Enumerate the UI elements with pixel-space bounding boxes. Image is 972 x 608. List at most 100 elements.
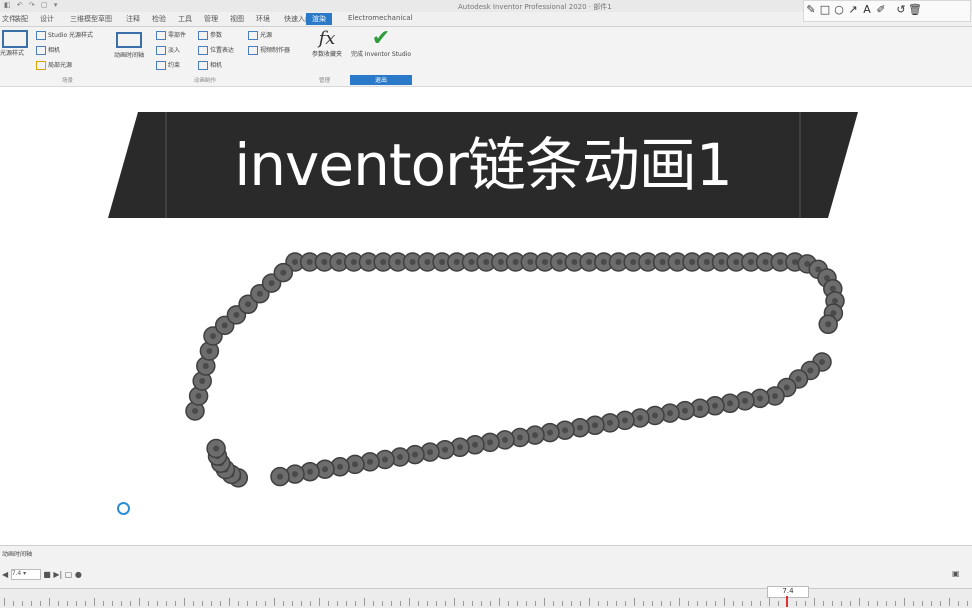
arrow-icon[interactable]: ↗ — [846, 3, 860, 16]
marker-icon[interactable]: ✐ — [874, 3, 888, 16]
animate-positional-button[interactable]: 位置表达 — [198, 45, 234, 55]
chain-pin — [674, 259, 681, 265]
tab-8[interactable]: 管理 — [204, 14, 218, 24]
parameter-favorites-label: 参数收藏夹 — [311, 51, 342, 58]
tab-9[interactable]: 视图 — [230, 14, 244, 24]
animate-light-button[interactable]: 光源 — [248, 30, 272, 40]
video-producer-button[interactable]: 视频制作器 — [248, 45, 290, 55]
origin-indicator — [117, 502, 130, 515]
animate-parameters-label: 参数 — [210, 32, 223, 39]
lighting-styles-button[interactable]: 光源样式 — [0, 30, 28, 57]
ruler-tick — [904, 598, 905, 606]
ruler-tick — [589, 598, 590, 606]
banner-title: inventor链条动画1 — [234, 131, 733, 199]
ruler-tick — [643, 601, 644, 606]
time-marker[interactable]: 7.4 — [767, 586, 809, 598]
ruler-tick — [436, 601, 437, 606]
ruler-tick — [193, 601, 194, 606]
time-field[interactable]: 7.4 ▾ — [10, 569, 41, 580]
chain-pin — [807, 367, 814, 374]
circle-icon[interactable]: ○ — [832, 3, 846, 16]
ruler-tick — [823, 601, 824, 606]
camera-track-icon[interactable]: ▣ — [952, 569, 960, 578]
chain-pin — [336, 259, 343, 265]
ruler-tick — [877, 601, 878, 606]
animate-camera-button[interactable]: 相机 — [198, 60, 222, 70]
animation-timeline-button[interactable]: 动画时间轴 — [114, 32, 144, 59]
chain-pin — [453, 259, 460, 265]
pen-icon[interactable]: ✎ — [804, 3, 818, 16]
text-icon[interactable]: A — [860, 3, 874, 16]
chain-pin — [321, 259, 328, 265]
scene-group-label: 场景 — [62, 78, 74, 84]
ruler-tick — [931, 601, 932, 606]
camera-button[interactable]: 相机 — [36, 45, 60, 55]
play-icon[interactable]: ▶| — [53, 570, 62, 579]
studio-lighting-button[interactable]: Studio 光源样式 — [36, 30, 93, 40]
ruler-tick — [706, 601, 707, 606]
light-icon — [248, 31, 258, 40]
ruler-tick — [508, 601, 509, 606]
ruler-tick — [868, 601, 869, 606]
undo-icon[interactable]: ↺ — [894, 3, 908, 16]
delete-icon[interactable]: 🗑 — [908, 3, 922, 16]
ruler-tick — [742, 601, 743, 606]
chain-pin — [703, 259, 710, 265]
record-icon[interactable]: ▢ — [65, 570, 73, 579]
chain-pin — [607, 419, 613, 426]
chain-pin — [718, 259, 725, 265]
studio-light-icon — [36, 31, 46, 40]
ruler-tick — [571, 601, 572, 606]
ruler-tick — [940, 601, 941, 606]
stop-icon[interactable]: ■ — [43, 570, 51, 579]
animate-light-label: 光源 — [260, 32, 273, 39]
chain-pin — [659, 259, 666, 265]
ruler-tick — [346, 601, 347, 606]
ruler-tick — [130, 601, 131, 606]
animate-constraints-button[interactable]: 约束 — [156, 60, 180, 70]
chain-pin — [502, 436, 508, 443]
chain-pin — [592, 422, 598, 429]
chain-pin — [427, 449, 433, 456]
tab-7[interactable]: 工具 — [178, 14, 192, 24]
chain-pin — [667, 410, 673, 417]
tab-2[interactable]: 设计 — [40, 14, 54, 24]
tab-10[interactable]: 环境 — [256, 14, 270, 24]
animate-components-button[interactable]: 零部件 — [156, 30, 186, 40]
ruler-tick — [382, 601, 383, 606]
chain-pin — [192, 408, 198, 414]
finish-studio-button[interactable]: ✔ 完成 Inventor Studio — [350, 26, 412, 58]
quick-access-toolbar[interactable]: ◧ ↶ ↷ ▢ ▾ — [4, 1, 59, 9]
tab-3[interactable]: 三维模型 — [70, 14, 98, 24]
chain-pin — [424, 259, 431, 265]
animate-fade-button[interactable]: 淡入 — [156, 45, 180, 55]
ruler-tick — [238, 601, 239, 606]
animate-parameters-button[interactable]: 参数 — [198, 30, 222, 40]
chain-pin — [757, 395, 763, 402]
settings-icon[interactable]: ● — [75, 570, 82, 579]
local-lights-button[interactable]: 局部光源 — [36, 60, 72, 70]
time-marker-label: 7.4 — [782, 587, 794, 595]
tab-4[interactable]: 草图 — [98, 14, 112, 24]
tab-6[interactable]: 检验 — [152, 14, 166, 24]
parameter-favorites-button[interactable]: fx 参数收藏夹 — [308, 28, 346, 58]
chain-pin — [689, 259, 696, 265]
chain-pin — [367, 458, 373, 465]
camera-icon — [198, 61, 208, 70]
timeline-ruler[interactable] — [0, 588, 972, 608]
ruler-tick — [814, 598, 815, 606]
chain-pin — [195, 393, 202, 399]
tab-5[interactable]: 注释 — [126, 14, 140, 24]
ruler-tick — [85, 601, 86, 606]
chain-pin — [202, 363, 209, 369]
rewind-icon[interactable]: ◀ — [2, 570, 8, 579]
chain-model[interactable] — [155, 236, 895, 498]
playhead[interactable] — [786, 596, 788, 607]
chain-pin — [795, 376, 802, 382]
rect-icon[interactable]: □ — [818, 3, 832, 16]
chain-pin — [472, 441, 478, 448]
timeline-controls: ◀ 7.4 ▾ ■ ▶| ▢ ● — [2, 569, 82, 580]
tab-1[interactable]: 装配 — [14, 14, 28, 24]
tab-14[interactable]: 渲染 — [306, 13, 332, 25]
tab-13[interactable]: Electromechanical — [348, 14, 412, 22]
